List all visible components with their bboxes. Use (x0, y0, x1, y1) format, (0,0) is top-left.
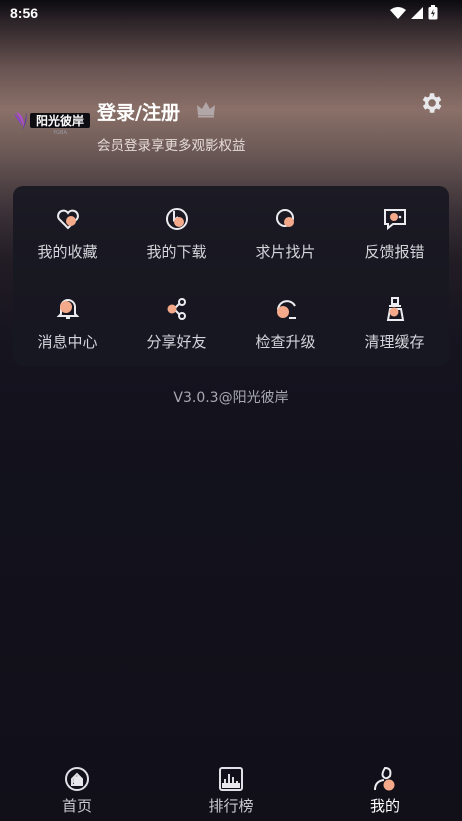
menu-label: 我的下载 (146, 243, 207, 261)
login-register-link[interactable]: 登录/注册 (97, 98, 180, 125)
nav-label: 排行榜 (208, 797, 254, 815)
version-text: V3.0.3@阳光彼岸 (173, 390, 289, 406)
menu-label: 求片找片 (255, 243, 316, 261)
status-bar: 8:56 (0, 0, 462, 26)
share-icon (167, 298, 186, 320)
menu-label: 清理缓存 (364, 333, 425, 351)
menu-item-upgrade[interactable]: 检查升级 (231, 276, 340, 366)
menu-item-feedback[interactable]: 反馈报错 (340, 186, 449, 276)
nav-ranking[interactable]: 排行榜 (154, 760, 308, 821)
nav-label: 首页 (61, 797, 92, 815)
menu-label: 反馈报错 (364, 243, 425, 261)
wifi-icon (390, 6, 406, 19)
bell-icon (56, 299, 80, 319)
upgrade-icon (277, 300, 296, 319)
search-film-icon (276, 209, 294, 227)
signal-icon (411, 6, 423, 19)
menu-card: 我的收藏 我的下载 求片找片 反馈报错 消息中心 分享好友 检查升级 清理缓存 (13, 186, 449, 366)
nav-label: 我的 (369, 797, 400, 815)
menu-item-share[interactable]: 分享好友 (122, 276, 231, 366)
download-icon (166, 208, 188, 230)
status-icons (390, 5, 438, 20)
menu-label: 消息中心 (37, 333, 98, 351)
bottom-nav: 首页 排行榜 我的 (0, 760, 462, 821)
menu-item-downloads[interactable]: 我的下载 (122, 186, 231, 276)
broom-icon (386, 297, 405, 321)
battery-icon (428, 5, 438, 20)
app-logo: 阳光彼岸 YGBA (12, 108, 92, 136)
crown-icon (197, 102, 215, 118)
home-icon (65, 767, 89, 791)
nav-home[interactable]: 首页 (0, 760, 154, 821)
status-time: 8:56 (10, 5, 39, 21)
gear-icon (422, 93, 442, 113)
feedback-icon (384, 209, 406, 231)
menu-item-messages[interactable]: 消息中心 (13, 276, 122, 366)
menu-item-clear-cache[interactable]: 清理缓存 (340, 276, 449, 366)
profile-icon (374, 766, 395, 791)
settings-button[interactable] (418, 90, 444, 116)
menu-label: 分享好友 (146, 333, 207, 351)
menu-label: 我的收藏 (37, 243, 98, 261)
menu-item-favorites[interactable]: 我的收藏 (13, 186, 122, 276)
ranking-icon (219, 767, 243, 791)
heart-icon (57, 209, 79, 230)
nav-profile[interactable]: 我的 (308, 760, 462, 821)
logo-subtext: YGBA (52, 130, 67, 136)
logo-text: 阳光彼岸 (36, 113, 84, 128)
menu-label: 检查升级 (255, 333, 316, 351)
menu-item-request-film[interactable]: 求片找片 (231, 186, 340, 276)
login-subtitle: 会员登录享更多观影权益 (97, 138, 246, 154)
